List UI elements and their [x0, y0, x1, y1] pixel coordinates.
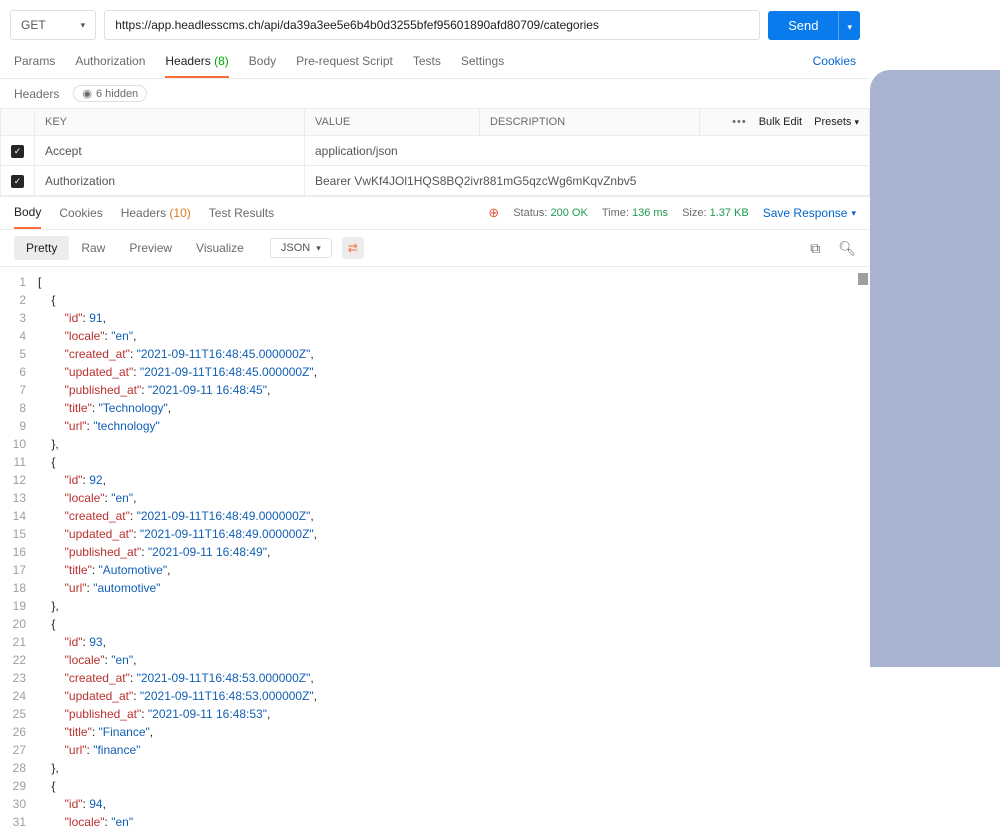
table-row[interactable]: ✓ AuthorizationBearer VwKf4JOl1HQS8BQ2ivr… [1, 166, 870, 196]
header-key[interactable]: Accept [35, 136, 305, 166]
format-select[interactable]: JSON ▾ [270, 238, 332, 258]
tab-tests[interactable]: Tests [413, 46, 441, 78]
tab-settings[interactable]: Settings [461, 46, 504, 78]
right-panel [870, 0, 1000, 837]
tab-response-body[interactable]: Body [14, 197, 41, 229]
time-label: Time: 136 ms [602, 207, 668, 219]
http-method-select[interactable]: GET ▾ [10, 10, 96, 40]
view-preview[interactable]: Preview [117, 236, 184, 260]
search-icon[interactable]: 🔍︎ [838, 240, 856, 257]
response-body-viewer[interactable]: 1234567891011121314151617181920212223242… [0, 267, 870, 837]
request-tabs: Params Authorization Headers (8) Body Pr… [0, 46, 870, 79]
eye-icon: ◉ [82, 87, 92, 100]
network-icon: ⊕ [488, 205, 499, 221]
tab-params[interactable]: Params [14, 46, 55, 78]
col-key: KEY [35, 109, 305, 136]
headers-table: KEY VALUE DESCRIPTION ••• Bulk Edit Pres… [0, 108, 870, 196]
table-row[interactable]: ✓ Acceptapplication/json [1, 136, 870, 166]
wrap-lines-button[interactable]: ⇄ [342, 237, 364, 259]
size-label: Size: 1.37 KB [682, 207, 749, 219]
view-visualize[interactable]: Visualize [184, 236, 256, 260]
col-description: DESCRIPTION [480, 109, 700, 136]
cookies-link[interactable]: Cookies [813, 46, 856, 78]
tab-headers[interactable]: Headers (8) [165, 46, 228, 78]
checkbox-icon[interactable]: ✓ [11, 175, 24, 188]
status-label: Status: 200 OK [513, 207, 588, 219]
send-dropdown[interactable]: ▾ [838, 11, 860, 40]
header-key[interactable]: Authorization [35, 166, 305, 196]
tab-response-cookies[interactable]: Cookies [59, 198, 102, 228]
view-pretty[interactable]: Pretty [14, 236, 69, 260]
presets-dropdown[interactable]: Presets ▾ [814, 116, 859, 128]
col-value: VALUE [305, 109, 480, 136]
tab-authorization[interactable]: Authorization [75, 46, 145, 78]
tab-response-headers[interactable]: Headers (10) [121, 198, 191, 228]
header-value[interactable]: Bearer VwKf4JOl1HQS8BQ2ivr881mG5qzcWg6mK… [305, 166, 870, 196]
response-tabs: Body Cookies Headers (10) Test Results ⊕… [0, 196, 870, 230]
bulk-edit-link[interactable]: Bulk Edit [759, 116, 802, 128]
chevron-down-icon: ▾ [81, 20, 86, 31]
chevron-down-icon: ▾ [847, 22, 852, 32]
tab-body[interactable]: Body [249, 46, 276, 78]
tab-prerequest[interactable]: Pre-request Script [296, 46, 393, 78]
tab-test-results[interactable]: Test Results [209, 198, 274, 228]
headers-label: Headers [14, 87, 59, 101]
copy-icon[interactable]: ⧉ [810, 240, 820, 257]
more-icon[interactable]: ••• [732, 116, 747, 128]
checkbox-icon[interactable]: ✓ [11, 145, 24, 158]
wrap-icon: ⇄ [348, 241, 358, 255]
url-input[interactable] [104, 10, 760, 40]
view-raw[interactable]: Raw [69, 236, 117, 260]
fold-indicator [858, 273, 868, 285]
save-response-dropdown[interactable]: Save Response ▾ [763, 206, 856, 220]
send-button[interactable]: Send [768, 11, 838, 40]
header-value[interactable]: application/json [305, 136, 870, 166]
hidden-headers-toggle[interactable]: ◉ 6 hidden [73, 85, 147, 102]
